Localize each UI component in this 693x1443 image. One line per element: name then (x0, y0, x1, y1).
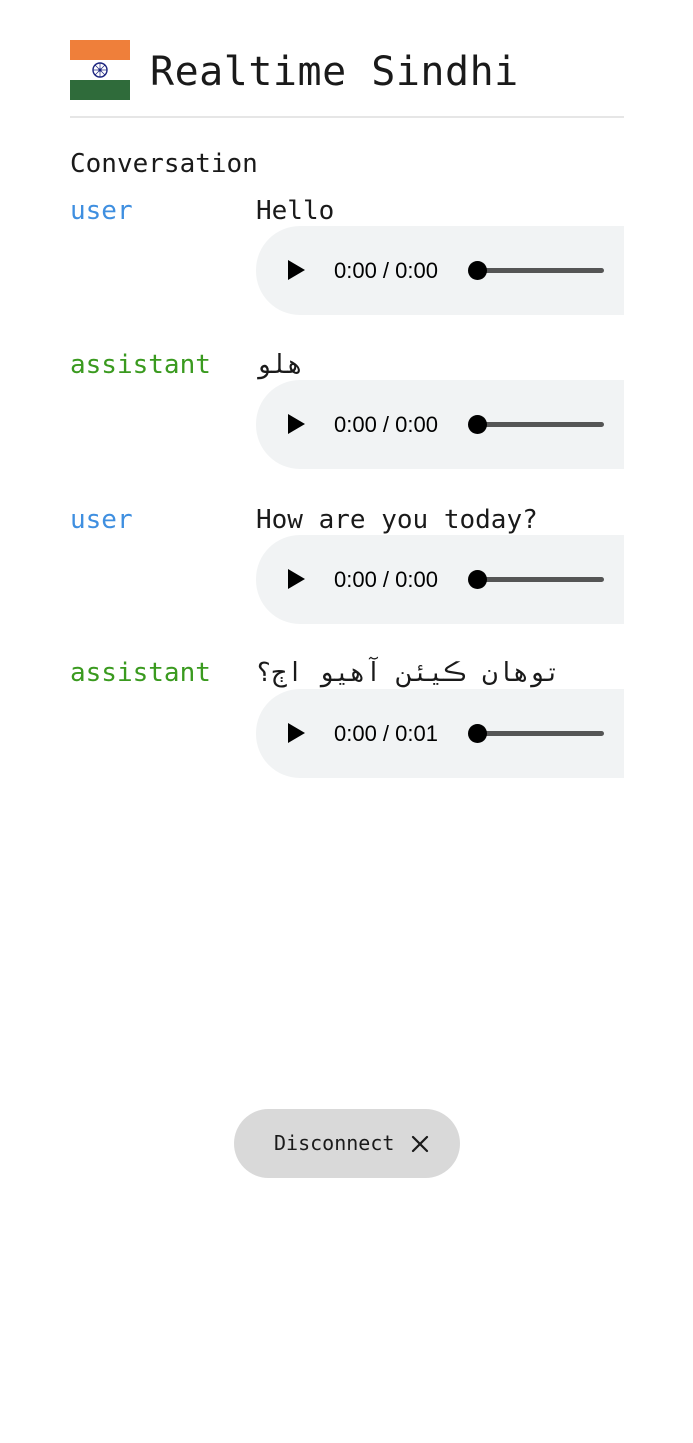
audio-time: 0:00 / 0:00 (334, 412, 438, 437)
seek-slider[interactable] (468, 724, 604, 743)
header: Realtime Sindhi (70, 40, 624, 118)
seek-thumb[interactable] (468, 415, 487, 434)
audio-time: 0:00 / 0:00 (334, 258, 438, 283)
seek-slider[interactable] (468, 570, 604, 589)
message-text: How are you today? (256, 505, 538, 535)
message-role: assistant (70, 350, 211, 380)
audio-player: 0:00 / 0:01 (256, 689, 624, 778)
close-icon (411, 1135, 429, 1153)
seek-thumb[interactable] (468, 724, 487, 743)
conversation-heading: Conversation (70, 149, 258, 179)
play-icon[interactable] (288, 723, 305, 743)
audio-time: 0:00 / 0:00 (334, 567, 438, 592)
seek-thumb[interactable] (468, 261, 487, 280)
message-role: assistant (70, 658, 211, 688)
message-item: assistant هلو 0:00 / 0:00 (70, 350, 624, 470)
message-text: توهان ڪيئن آهيو اڄ؟ (256, 658, 561, 688)
disconnect-label: Disconnect (274, 1131, 395, 1155)
message-text: Hello (256, 196, 335, 226)
audio-player: 0:00 / 0:00 (256, 380, 624, 469)
disconnect-button[interactable]: Disconnect (234, 1109, 460, 1178)
seek-thumb[interactable] (468, 570, 487, 589)
audio-player: 0:00 / 0:00 (256, 226, 624, 315)
message-item: assistant توهان ڪيئن آهيو اڄ؟ 0:00 / 0:0… (70, 658, 624, 778)
message-role: user (70, 505, 133, 535)
india-flag-icon (70, 40, 130, 100)
audio-time: 0:00 / 0:01 (334, 721, 438, 746)
seek-slider[interactable] (468, 261, 604, 280)
play-icon[interactable] (288, 414, 305, 434)
page-title: Realtime Sindhi (150, 49, 519, 95)
message-role: user (70, 196, 133, 226)
message-item: user How are you today? 0:00 / 0:00 (70, 505, 624, 625)
audio-player: 0:00 / 0:00 (256, 535, 624, 624)
play-icon[interactable] (288, 260, 305, 280)
seek-slider[interactable] (468, 415, 604, 434)
message-text: هلو (256, 350, 303, 380)
play-icon[interactable] (288, 569, 305, 589)
message-item: user Hello 0:00 / 0:00 (70, 196, 624, 316)
